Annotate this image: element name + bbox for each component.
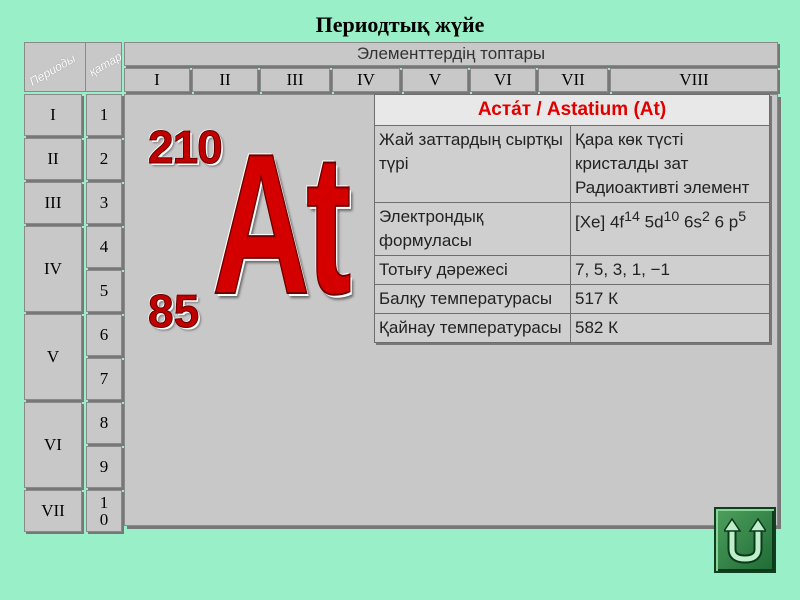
table-row: Жай заттардың сыртқы түрі Қара көк түсті… bbox=[374, 125, 770, 203]
period-cell-4[interactable]: IV bbox=[24, 226, 82, 312]
group-cell-4[interactable]: IV bbox=[332, 68, 400, 92]
info-key-melting: Балқу температурасы bbox=[374, 284, 571, 314]
config-sup: 5 bbox=[738, 209, 747, 225]
u-turn-back-icon bbox=[724, 517, 766, 564]
info-key-electron-config: Электрондық формуласы bbox=[374, 202, 571, 256]
info-value-melting: 517 К bbox=[570, 284, 770, 314]
period-cell-6[interactable]: VI bbox=[24, 402, 82, 488]
rows-label: қатары bbox=[86, 44, 122, 80]
group-cell-2[interactable]: II bbox=[192, 68, 258, 92]
group-cell-3[interactable]: III bbox=[260, 68, 330, 92]
period-cell-2[interactable]: II bbox=[24, 138, 82, 180]
group-cell-6[interactable]: VI bbox=[470, 68, 536, 92]
info-key-appearance: Жай заттардың сыртқы түрі bbox=[374, 125, 571, 203]
period-cell-5[interactable]: V bbox=[24, 314, 82, 400]
info-value-boiling: 582 К bbox=[570, 313, 770, 343]
page-title: Периодтық жүйе bbox=[315, 12, 485, 37]
periods-label: Периоды bbox=[26, 51, 78, 89]
info-value-oxidation: 7, 5, 3, 1, −1 bbox=[570, 255, 770, 285]
table-row: Электрондық формуласы [Xe] 4f14 5d10 6s2… bbox=[374, 202, 770, 256]
info-key-boiling: Қайнау температурасы bbox=[374, 313, 571, 343]
element-info-table: Аста́т / Astatium (At) Жай заттардың сыр… bbox=[374, 94, 770, 343]
info-title: Аста́т / Astatium (At) bbox=[374, 94, 770, 126]
config-part: 6s bbox=[679, 212, 702, 232]
table-row: Балқу температурасы 517 К bbox=[374, 284, 770, 314]
info-value-electron-config: [Xe] 4f14 5d10 6s2 6 p5 bbox=[570, 202, 770, 256]
info-title-row: Аста́т / Astatium (At) bbox=[374, 94, 770, 126]
row-cell-1[interactable]: 1 bbox=[86, 94, 122, 136]
group-cell-7[interactable]: VII bbox=[538, 68, 608, 92]
config-sup: 14 bbox=[624, 209, 640, 225]
row-cell-4[interactable]: 4 bbox=[86, 226, 122, 268]
config-sup: 10 bbox=[663, 209, 680, 225]
row-cell-8[interactable]: 8 bbox=[86, 402, 122, 444]
row-cell-3[interactable]: 3 bbox=[86, 182, 122, 224]
mass-number: 210 bbox=[148, 121, 224, 174]
row-cell-2[interactable]: 2 bbox=[86, 138, 122, 180]
period-cell-1[interactable]: I bbox=[24, 94, 82, 136]
group-cell-8[interactable]: VIII bbox=[610, 68, 778, 92]
group-cell-1[interactable]: I bbox=[124, 68, 190, 92]
period-cell-7[interactable]: VII bbox=[24, 490, 82, 532]
config-part: 6 p bbox=[709, 212, 739, 232]
row-cell-5[interactable]: 5 bbox=[86, 270, 122, 312]
groups-header: Элементтердің топтары bbox=[124, 42, 778, 66]
element-symbol: At bbox=[211, 113, 352, 336]
table-row: Тотығу дәрежесі 7, 5, 3, 1, −1 bbox=[374, 255, 770, 285]
row-cell-10[interactable]: 10 bbox=[86, 490, 122, 532]
config-part: [Xe] 4f bbox=[575, 212, 625, 232]
back-button[interactable] bbox=[714, 507, 776, 573]
info-key-oxidation: Тотығу дәрежесі bbox=[374, 255, 571, 285]
corner-header: Периоды қатары bbox=[24, 42, 122, 92]
config-sup: 2 bbox=[701, 209, 710, 225]
period-cell-3[interactable]: III bbox=[24, 182, 82, 224]
row-cell-7[interactable]: 7 bbox=[86, 358, 122, 400]
table-row: Қайнау температурасы 582 К bbox=[374, 313, 770, 343]
atomic-number: 85 bbox=[147, 285, 200, 338]
config-part: 5d bbox=[639, 212, 664, 232]
group-cell-5[interactable]: V bbox=[402, 68, 468, 92]
row-cell-6[interactable]: 6 bbox=[86, 314, 122, 356]
info-value-appearance: Қара көк түсті кристалды зат Радиоактивт… bbox=[570, 125, 770, 203]
row-cell-9[interactable]: 9 bbox=[86, 446, 122, 488]
